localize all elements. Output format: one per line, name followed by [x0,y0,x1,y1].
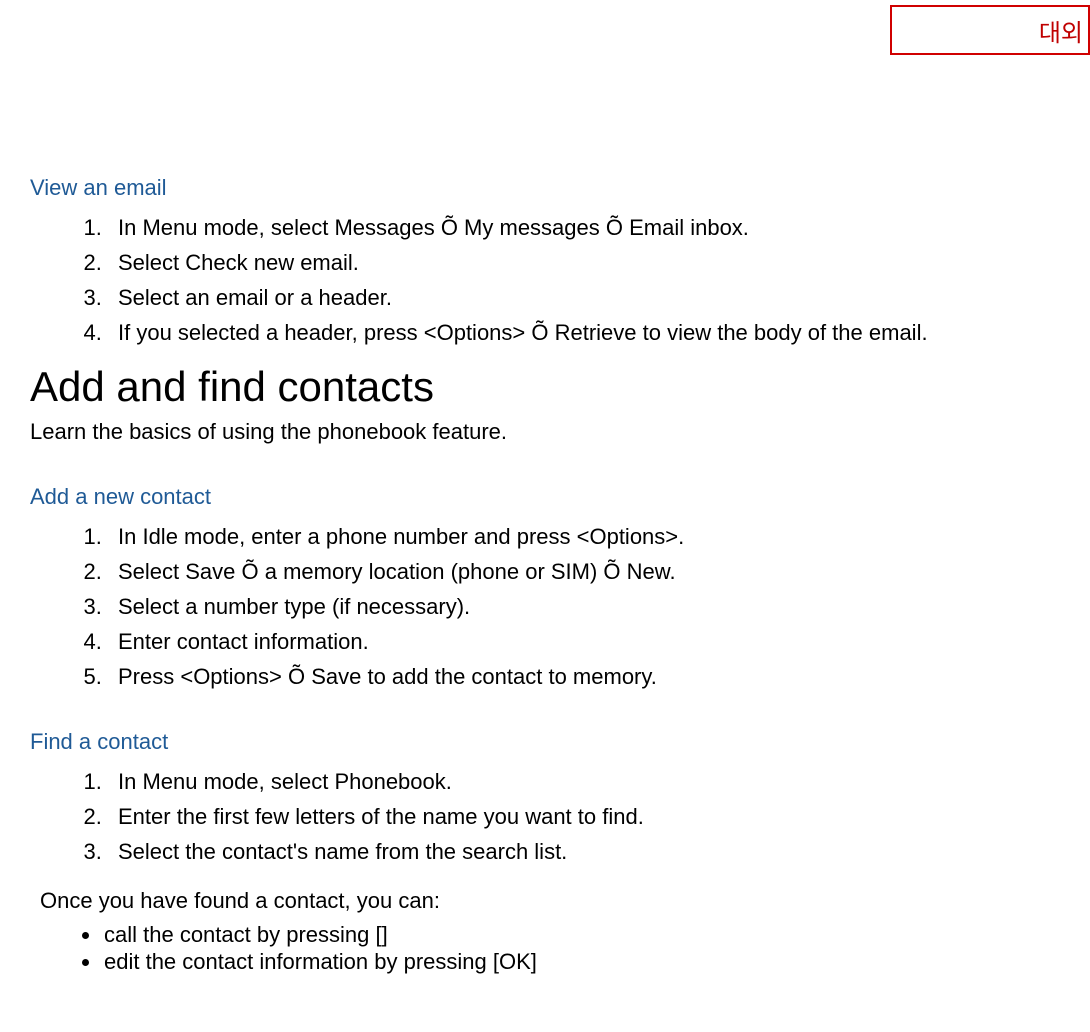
list-item: Select the contact's name from the searc… [108,835,1000,868]
list-item: edit the contact information by pressing… [102,948,1000,976]
list-item: In Menu mode, select Phonebook. [108,765,1000,798]
list-item: Select Check new email. [108,246,1000,279]
list-item: If you selected a header, press <Options… [108,316,1000,349]
confidential-stamp: 대외 [890,5,1090,55]
list-item: call the contact by pressing [] [102,921,1000,949]
add-contact-steps: In Idle mode, enter a phone number and p… [30,520,1000,693]
after-found-intro: Once you have found a contact, you can: [40,886,1000,917]
list-item: Enter contact information. [108,625,1000,658]
list-item: Select a number type (if necessary). [108,590,1000,623]
add-contact-heading: Add a new contact [30,484,1000,510]
main-intro: Learn the basics of using the phonebook … [30,417,1000,448]
list-item: In Idle mode, enter a phone number and p… [108,520,1000,553]
list-item: Enter the first few letters of the name … [108,800,1000,833]
main-heading: Add and find contacts [30,363,1000,411]
find-contact-heading: Find a contact [30,729,1000,755]
find-contact-steps: In Menu mode, select Phonebook. Enter th… [30,765,1000,868]
view-email-heading: View an email [30,175,1000,201]
view-email-steps: In Menu mode, select Messages Õ My messa… [30,211,1000,349]
list-item: In Menu mode, select Messages Õ My messa… [108,211,1000,244]
list-item: Select an email or a header. [108,281,1000,314]
list-item: Select Save Õ a memory location (phone o… [108,555,1000,588]
document-content: View an email In Menu mode, select Messa… [0,0,1090,976]
after-found-bullets: call the contact by pressing [] edit the… [30,921,1000,976]
stamp-text: 대외 [1039,13,1083,48]
list-item: Press <Options> Õ Save to add the contac… [108,660,1000,693]
